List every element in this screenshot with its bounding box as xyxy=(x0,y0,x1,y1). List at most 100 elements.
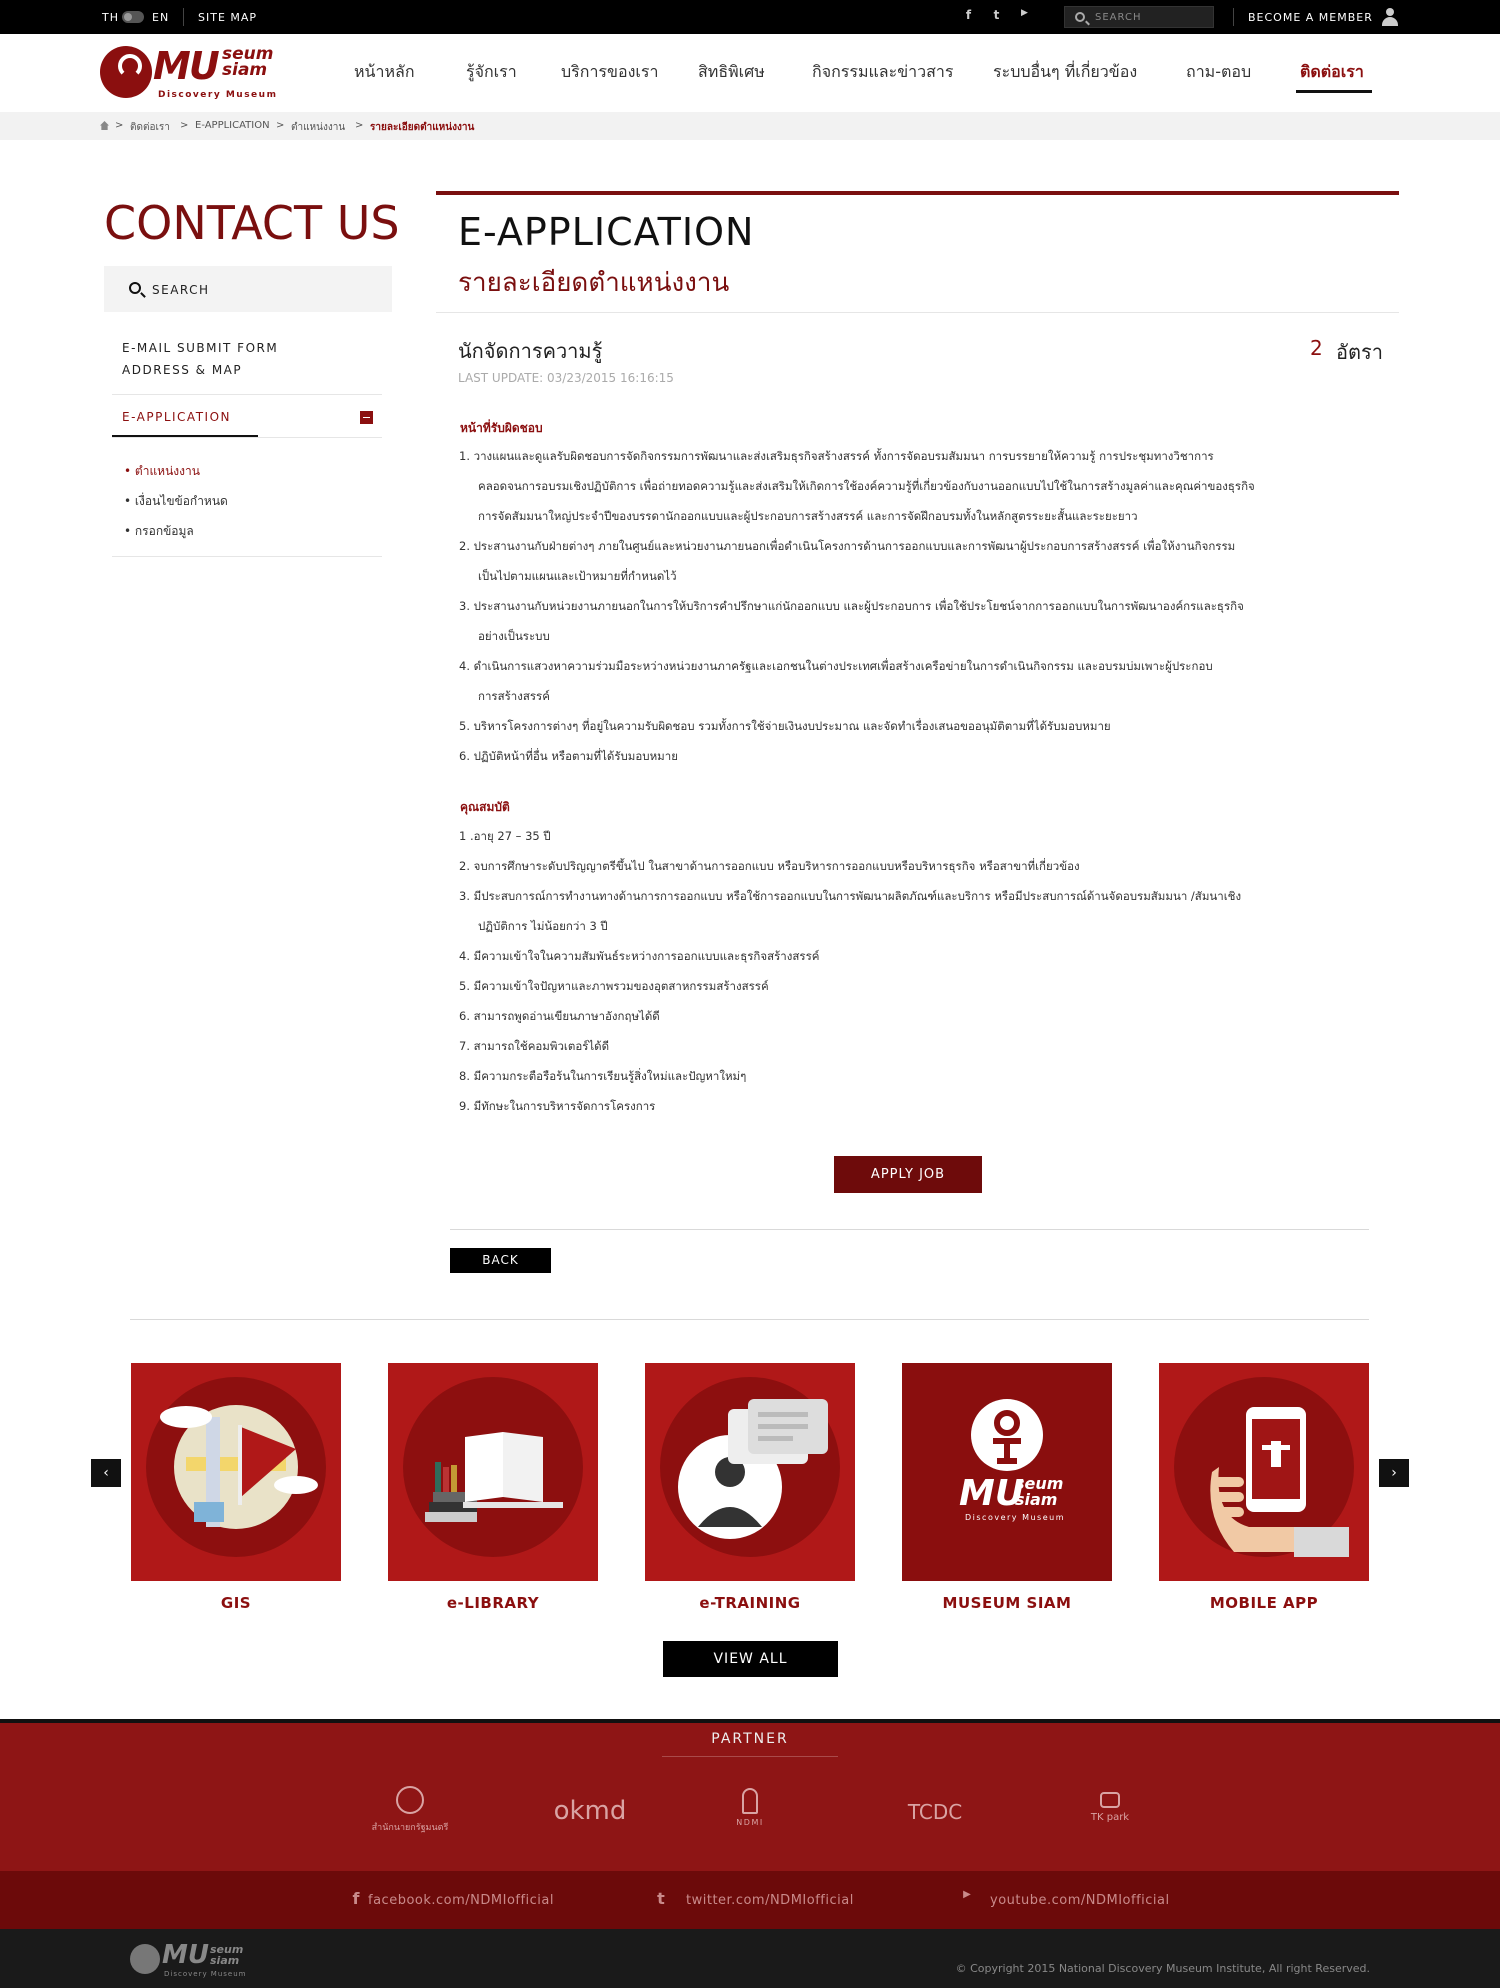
list-item: 9. มีทักษะในการบริหารจัดการโครงการ xyxy=(459,1099,656,1113)
duties-list: 1. วางแผนและดูแลรับผิดชอบการจัดกิจกรรมกา… xyxy=(459,441,1339,771)
partner-logo-okmd[interactable]: okmd xyxy=(540,1796,640,1826)
list-item: เป็นไปตามแผนและเป้าหมายที่กำหนดไว้ xyxy=(478,569,677,583)
top-search-input[interactable]: SEARCH xyxy=(1064,6,1214,28)
youtube-icon[interactable]: ▶ xyxy=(958,1889,976,1909)
divider xyxy=(662,1756,838,1757)
list-item: 8. มีความกระตือรือร้นในการเรียนรู้สิ่งให… xyxy=(459,1069,747,1083)
facebook-icon[interactable]: f xyxy=(961,8,977,24)
search-placeholder: SEARCH xyxy=(1095,12,1142,23)
twitter-link[interactable]: twitter.com/NDMIofficial xyxy=(686,1893,854,1908)
tile-label[interactable]: MOBILE APP xyxy=(1159,1594,1369,1612)
logo-icon xyxy=(100,46,152,98)
youtube-icon[interactable]: ▶ xyxy=(1017,8,1033,24)
tile-etraining[interactable] xyxy=(645,1363,855,1581)
list-item: 1 .อายุ 27 – 35 ปี xyxy=(459,829,551,843)
books-icon xyxy=(425,1432,563,1522)
divider xyxy=(112,437,382,438)
logo-text-seum-siam: seum siam xyxy=(222,44,274,80)
home-icon[interactable] xyxy=(100,121,109,130)
list-item: 5. มีความเข้าใจปัญหาและภาพรวมของอุตสาหกร… xyxy=(459,979,769,993)
breadcrumb-positions[interactable]: ตำแหน่งงาน xyxy=(291,120,345,135)
list-item: 7. สามารถใช้คอมพิวเตอร์ได้ดี xyxy=(459,1039,610,1053)
nav-contact[interactable]: ติดต่อเรา xyxy=(1300,60,1364,85)
nav-privileges[interactable]: สิทธิพิเศษ xyxy=(698,60,765,85)
content-top-rule xyxy=(436,191,1399,195)
sidebar-subitem-form[interactable]: • กรอกข้อมูล xyxy=(124,522,194,541)
tile-gis[interactable] xyxy=(131,1363,341,1581)
twitter-icon[interactable]: t xyxy=(652,1889,670,1909)
list-item: 3. มีประสบการณ์การทำงานทางด้านการการออกแ… xyxy=(459,889,1242,903)
footer-logo[interactable]: MU seum siam Discovery Museum xyxy=(130,1940,260,1978)
list-item: ปฏิบัติการ ไม่น้อยกว่า 3 ปี xyxy=(478,919,608,933)
divider xyxy=(112,394,382,395)
lang-en-link[interactable]: EN xyxy=(152,11,169,24)
list-item: 5. บริหารโครงการต่างๆ ที่อยู่ในความรับผิ… xyxy=(459,719,1111,733)
nav-active-indicator xyxy=(1296,90,1372,93)
page-title: E-APPLICATION xyxy=(458,210,755,254)
sidebar-item-eapplication[interactable]: E-APPLICATION xyxy=(122,410,231,424)
list-item: 6. ปฏิบัติหน้าที่อื่น หรือตามที่ได้รับมอ… xyxy=(459,749,678,763)
copyright: © Copyright 2015 National Discovery Muse… xyxy=(955,1962,1370,1975)
facebook-icon[interactable]: f xyxy=(347,1889,365,1909)
sitemap-link[interactable]: SITE MAP xyxy=(198,11,257,24)
facebook-link[interactable]: facebook.com/NDMIofficial xyxy=(368,1893,554,1908)
breadcrumb-separator: > xyxy=(180,120,189,131)
breadcrumb: > ติดต่อเรา > E-APPLICATION > ตำแหน่งงาน… xyxy=(0,112,1500,140)
sidebar-search-input[interactable]: SEARCH xyxy=(104,266,392,312)
tile-label[interactable]: e-TRAINING xyxy=(645,1594,855,1612)
divider xyxy=(112,556,382,557)
collapse-icon[interactable] xyxy=(360,411,373,424)
tile-elibrary[interactable] xyxy=(388,1363,598,1581)
partner-logo-tcdc[interactable]: TCDC xyxy=(880,1800,990,1824)
carousel-next-button[interactable]: › xyxy=(1379,1459,1409,1487)
partner-heading: PARTNER xyxy=(711,1731,789,1747)
tile-mobile-app[interactable] xyxy=(1159,1363,1369,1581)
breadcrumb-separator: > xyxy=(355,120,364,131)
nav-services[interactable]: บริการของเรา xyxy=(561,60,658,85)
search-icon xyxy=(1075,12,1085,22)
breadcrumb-contact[interactable]: ติดต่อเรา xyxy=(130,120,170,135)
museum-logo-icon: MU seum siam Discovery Museum xyxy=(959,1399,1065,1522)
tile-museum-siam[interactable]: MU seum siam Discovery Museum xyxy=(902,1363,1112,1581)
user-icon[interactable] xyxy=(1381,8,1399,26)
svg-text:Discovery Museum: Discovery Museum xyxy=(965,1513,1065,1522)
phone-hand-icon xyxy=(1210,1407,1349,1557)
list-item: 3. ประสานงานกับหน่วยงานภายนอกในการให้บริ… xyxy=(459,599,1244,613)
partner-logo-tkpark[interactable]: TK park xyxy=(1080,1792,1140,1823)
lang-th-link[interactable]: TH xyxy=(102,11,119,24)
job-count: 2 xyxy=(1310,336,1323,360)
nav-home[interactable]: หน้าหลัก xyxy=(354,60,415,85)
logo-subtitle: Discovery Museum xyxy=(158,90,278,100)
twitter-icon[interactable]: t xyxy=(989,8,1005,24)
sidebar-item-address-map[interactable]: ADDRESS & MAP xyxy=(122,363,242,377)
back-button[interactable]: BACK xyxy=(450,1248,551,1273)
page-subtitle: รายละเอียดตำแหน่งงาน xyxy=(458,268,730,298)
sidebar-subitem-positions[interactable]: • ตำแหน่งงาน xyxy=(124,462,200,481)
language-toggle[interactable] xyxy=(122,11,144,23)
sidebar-item-email-form[interactable]: E-MAIL SUBMIT FORM xyxy=(122,341,278,355)
list-item: 6. สามารถพูดอ่านเขียนภาษาอังกฤษได้ดี xyxy=(459,1009,660,1023)
view-all-button[interactable]: VIEW ALL xyxy=(663,1641,838,1677)
sidebar-title: CONTACT US xyxy=(104,196,400,250)
breadcrumb-current: รายละเอียดตำแหน่งงาน xyxy=(370,122,475,133)
qualifications-heading: คุณสมบัติ xyxy=(460,800,510,814)
breadcrumb-separator: > xyxy=(115,120,124,131)
nav-activities[interactable]: กิจกรรมและข่าวสาร xyxy=(812,60,953,85)
map-flag-icon xyxy=(160,1405,318,1529)
nav-other-systems[interactable]: ระบบอื่นๆ ที่เกี่ยวข้อง xyxy=(993,60,1137,85)
tile-label[interactable]: MUSEUM SIAM xyxy=(902,1594,1112,1612)
carousel-prev-button[interactable]: ‹ xyxy=(91,1459,121,1487)
partner-logo-ndmi[interactable]: NDMI xyxy=(710,1788,790,1827)
become-member-link[interactable]: BECOME A MEMBER xyxy=(1248,11,1373,24)
breadcrumb-eapplication[interactable]: E-APPLICATION xyxy=(195,120,270,131)
tile-label[interactable]: e-LIBRARY xyxy=(388,1594,598,1612)
apply-job-button[interactable]: APPLY JOB xyxy=(834,1156,982,1193)
nav-faq[interactable]: ถาม-ตอบ xyxy=(1186,60,1251,85)
partner-logo-pmo[interactable]: สำนักนายกรัฐมนตรี xyxy=(360,1786,460,1834)
nav-about[interactable]: รู้จักเรา xyxy=(466,60,517,85)
tile-label[interactable]: GIS xyxy=(131,1594,341,1612)
search-placeholder: SEARCH xyxy=(152,283,210,297)
divider xyxy=(436,312,1399,313)
youtube-link[interactable]: youtube.com/NDMIofficial xyxy=(990,1893,1170,1908)
sidebar-subitem-conditions[interactable]: • เงื่อนไขข้อกำหนด xyxy=(124,492,228,511)
